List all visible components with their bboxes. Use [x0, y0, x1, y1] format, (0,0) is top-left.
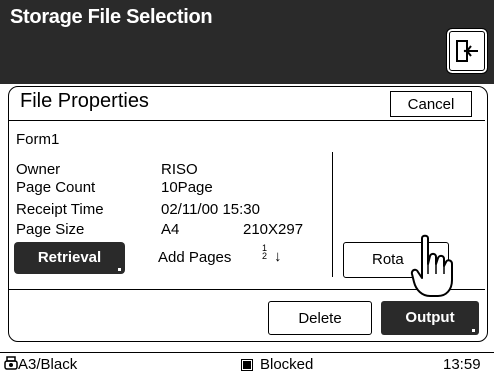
- pointing-hand-icon: [410, 234, 453, 297]
- paper-status: A3/Black: [18, 356, 78, 373]
- page-count-label: Page Count: [16, 179, 96, 196]
- cancel-button[interactable]: Cancel: [390, 91, 472, 117]
- retrieval-label: Retrieval: [37, 249, 102, 266]
- clock: 13:59: [443, 356, 481, 373]
- exit-button[interactable]: [446, 28, 488, 74]
- page-count-value: 10Page: [161, 179, 213, 196]
- add-pages-label: Add Pages: [158, 249, 232, 266]
- down-arrow-icon: ↓: [274, 248, 282, 265]
- status-bar: A3/Black Blocked 13:59: [0, 352, 494, 375]
- receipt-time-value: 02/11/00 15:30: [161, 201, 260, 218]
- blocked-status: Blocked: [260, 356, 314, 373]
- exit-door-icon: [456, 40, 478, 62]
- dialog-title: File Properties: [20, 90, 149, 112]
- button-indicator-dot: [118, 268, 121, 271]
- file-name: Form1: [16, 131, 60, 148]
- owner-value: RISO: [161, 161, 198, 178]
- receipt-time-label: Receipt Time: [16, 201, 104, 218]
- rotate-label: Rota: [372, 251, 404, 268]
- column-divider: [332, 152, 333, 277]
- blocked-icon: [241, 359, 253, 371]
- add-pages-bottom-number: 2: [262, 251, 268, 261]
- delete-button[interactable]: Delete: [268, 301, 372, 335]
- header-bar: Storage File Selection: [0, 0, 494, 84]
- output-button[interactable]: Output: [381, 301, 479, 335]
- paper-drum-icon: [4, 356, 18, 370]
- output-label: Output: [405, 309, 455, 326]
- page-size-label: Page Size: [16, 221, 85, 238]
- page-title: Storage File Selection: [10, 6, 213, 28]
- retrieval-button[interactable]: Retrieval: [14, 242, 125, 274]
- title-divider: [9, 120, 485, 121]
- button-indicator-dot: [472, 329, 475, 332]
- owner-label: Owner: [16, 161, 61, 178]
- page-size-dimensions: 210X297: [243, 221, 304, 238]
- page-size-value: A4: [161, 221, 180, 238]
- add-pages-order-icon: 1 2: [262, 244, 268, 261]
